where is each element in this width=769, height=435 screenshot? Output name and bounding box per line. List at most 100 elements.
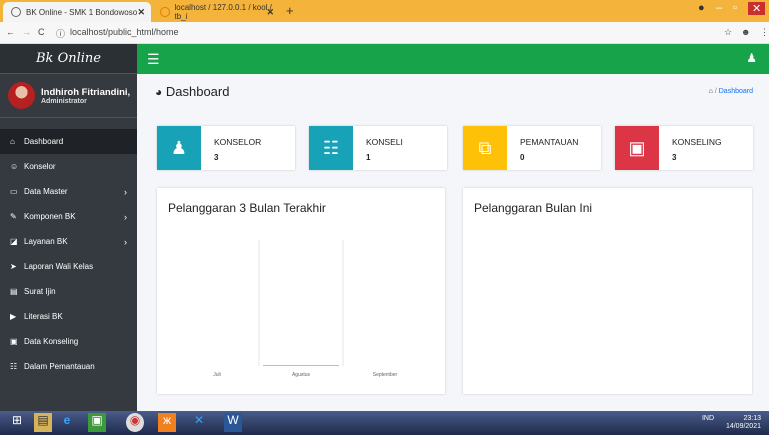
- xampp-icon[interactable]: ж: [158, 413, 176, 432]
- windows-start-icon[interactable]: ⊞: [8, 413, 26, 432]
- sidebar-item-data-konseling[interactable]: ▣ Data Konseling: [0, 329, 137, 354]
- sidebar-item-label: Laporan Wali Kelas: [24, 262, 94, 271]
- user-outline-icon: ☺: [10, 162, 19, 171]
- avatar: [8, 82, 35, 109]
- star-icon[interactable]: ☆: [724, 27, 732, 38]
- user-role: Administrator: [41, 97, 87, 105]
- brand-logo[interactable]: Bk Online: [0, 44, 137, 74]
- hamburger-menu-icon[interactable]: ☰: [147, 51, 160, 68]
- app-icon[interactable]: ▣: [88, 413, 106, 432]
- stat-box-konseling[interactable]: ▣ KONSELING 3: [615, 126, 753, 170]
- page-title-text: Dashboard: [165, 84, 230, 99]
- back-icon[interactable]: ←: [6, 27, 15, 37]
- info-icon: ⓘ: [56, 29, 66, 39]
- chrome-icon[interactable]: ◉: [126, 413, 144, 432]
- reload-icon[interactable]: C: [38, 27, 45, 37]
- sidebar-item-label: Data Konseling: [24, 337, 79, 346]
- stat-label: KONSELI: [366, 137, 403, 147]
- main-content: ◕ Dashboard ⌂ / Dashboard ♟ KONSELOR 3 ☷ KON…: [137, 74, 769, 411]
- sidebar-item-konselor[interactable]: ☺ Konselor: [0, 154, 137, 179]
- home-icon: ⌂: [10, 137, 15, 146]
- new-tab-button[interactable]: +: [286, 3, 294, 18]
- sidebar-item-komponen-bk[interactable]: ✎ Komponen BK ›: [0, 204, 137, 229]
- sidebar-menu: ⌂ Dashboard ☺ Konselor ▭ Data Master › ✎ Kompone…: [0, 129, 137, 379]
- stat-label: KONSELOR: [214, 137, 262, 147]
- sidebar-item-dashboard[interactable]: ⌂ Dashboard: [0, 129, 137, 154]
- stat-value: 1: [366, 153, 371, 162]
- file-icon: ▤: [10, 287, 18, 296]
- sidebar-item-literasi-bk[interactable]: ▶ Literasi BK: [0, 304, 137, 329]
- maximize-icon[interactable]: ▫: [733, 2, 737, 14]
- breadcrumb: ⌂ / Dashboard: [709, 88, 753, 95]
- laptop-icon: ▭: [10, 187, 18, 196]
- chevron-right-icon: ›: [124, 211, 127, 222]
- video-icon: ▶: [10, 312, 17, 321]
- tray-date: 14/09/2021: [725, 423, 761, 430]
- stat-box-konseli[interactable]: ☷ KONSELI 1: [309, 126, 447, 170]
- book-icon: ◪: [10, 237, 18, 246]
- top-navbar: ☰ ♟: [137, 44, 769, 74]
- users-icon: ☷: [10, 362, 18, 371]
- record-icon[interactable]: ●: [698, 2, 705, 14]
- vscode-icon[interactable]: ✕: [190, 413, 208, 432]
- chart-x-tick-label: Agustus: [292, 372, 311, 378]
- sidebar-item-laporan-wali-kelas[interactable]: ➤ Laporan Wali Kelas: [0, 254, 137, 279]
- tray-time: 23:13: [743, 415, 761, 422]
- stat-value: 3: [214, 153, 219, 162]
- stat-value: 3: [672, 153, 677, 162]
- system-tray[interactable]: IND 23:13 14/09/2021: [702, 415, 761, 431]
- sidebar: Bk Online Indhiroh Fitriandini, Administ…: [0, 44, 137, 411]
- close-tab-icon[interactable]: ✕: [266, 7, 274, 18]
- tray-lang: IND: [701, 415, 714, 422]
- sidebar-item-label: Komponen BK: [24, 212, 76, 221]
- tab-title: localhost / 127.0.0.1 / kool / tb_i: [174, 3, 272, 21]
- edit-icon: ✎: [10, 212, 17, 221]
- briefcase-icon: ▣: [10, 337, 18, 346]
- send-icon: ➤: [10, 262, 17, 271]
- sidebar-item-data-master[interactable]: ▭ Data Master ›: [0, 179, 137, 204]
- close-window-icon[interactable]: ✕: [748, 2, 766, 15]
- globe-icon: [11, 7, 21, 17]
- close-tab-icon[interactable]: ✕: [137, 7, 145, 18]
- sidebar-item-label: Konselor: [24, 162, 56, 171]
- chart-bar-juli[interactable]: [179, 365, 255, 366]
- browser-tab-inactive[interactable]: localhost / 127.0.0.1 / kool / tb_i ✕: [152, 2, 280, 22]
- file-explorer-icon[interactable]: ▤: [34, 413, 52, 432]
- minimize-icon[interactable]: –: [716, 2, 722, 14]
- sidebar-item-label: Dalam Pemantauan: [24, 362, 95, 371]
- profile-icon[interactable]: ☻: [741, 27, 750, 37]
- browser-tab-active[interactable]: BK Online - SMK 1 Bondowoso ✕: [3, 2, 151, 22]
- sidebar-item-label: Layanan BK: [24, 237, 68, 246]
- user-icon[interactable]: ♟: [746, 51, 757, 65]
- sidebar-item-label: Data Master: [24, 187, 68, 196]
- tab-title: BK Online - SMK 1 Bondowoso: [26, 7, 138, 17]
- user-panel[interactable]: Indhiroh Fitriandini, Administrator: [0, 74, 137, 118]
- chart-x-tick-label: September: [373, 372, 398, 378]
- chevron-right-icon: ›: [124, 236, 127, 247]
- sidebar-item-dalam-pemantauan[interactable]: ☷ Dalam Pemantauan: [0, 354, 137, 379]
- url-field[interactable]: localhost/public_html/home: [70, 27, 179, 37]
- internet-explorer-icon[interactable]: e: [58, 413, 76, 432]
- user-icon: ♟: [157, 126, 201, 170]
- user-name: Indhiroh Fitriandini,: [41, 86, 131, 98]
- forward-icon[interactable]: →: [22, 27, 31, 37]
- sidebar-item-label: Literasi BK: [24, 312, 63, 321]
- stat-box-konselor[interactable]: ♟ KONSELOR 3: [157, 126, 295, 170]
- windows-taskbar: ⊞ ▤ e ▣ ◉ ж ✕ W IND 23:13 14/09/2021: [0, 411, 769, 435]
- stat-label: KONSELING: [672, 137, 722, 147]
- sidebar-item-surat-ijin[interactable]: ▤ Surat Ijin: [0, 279, 137, 304]
- stat-box-pemantauan[interactable]: ⧉ PEMANTAUAN 0: [463, 126, 601, 170]
- chart-bar-agustus[interactable]: [263, 365, 339, 366]
- page-title: ◕ Dashboard: [155, 84, 229, 99]
- chart-bar-september[interactable]: [347, 365, 423, 366]
- card-title: Pelanggaran Bulan Ini: [474, 201, 593, 215]
- dashboard-icon: ◕: [155, 85, 163, 99]
- word-icon[interactable]: W: [224, 413, 242, 432]
- chevron-right-icon: ›: [124, 186, 127, 197]
- copy-icon: ⧉: [463, 126, 507, 170]
- browser-tab-strip: BK Online - SMK 1 Bondowoso ✕ localhost …: [0, 0, 769, 22]
- breadcrumb-current: Dashboard: [718, 88, 753, 95]
- sidebar-item-layanan-bk[interactable]: ◪ Layanan BK ›: [0, 229, 137, 254]
- chart-x-tick-label: Juli: [213, 372, 221, 378]
- kebab-menu-icon[interactable]: ⋮: [760, 27, 769, 38]
